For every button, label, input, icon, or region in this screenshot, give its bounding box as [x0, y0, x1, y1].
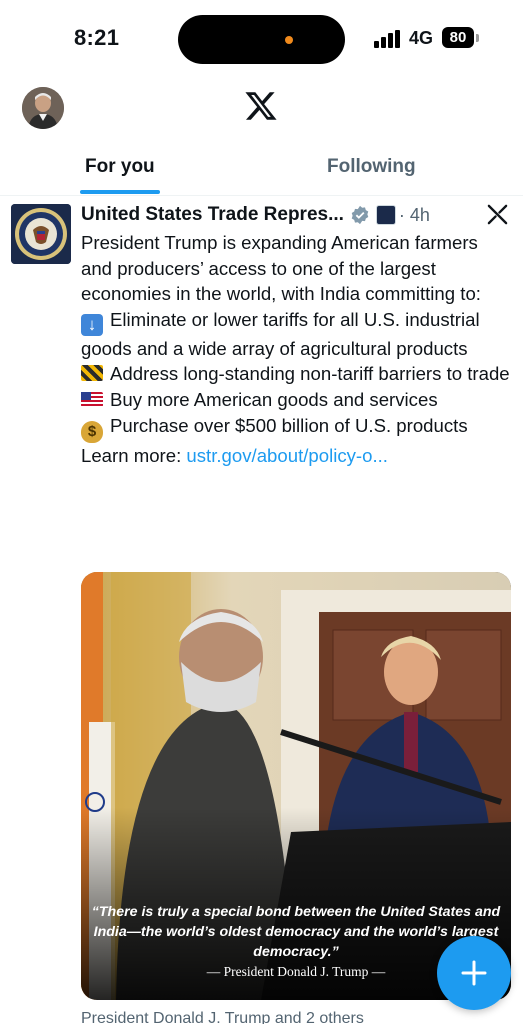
next-tweet-header[interactable]: President Donald J. Trump and 2 others [81, 1010, 364, 1024]
down-arrow-emoji-icon: ↓ [81, 313, 103, 336]
money-bag-emoji-icon: $ [81, 420, 103, 443]
network-type: 4G [409, 28, 434, 48]
tweet-intro: President Trump is expanding American fa… [81, 232, 481, 305]
tweet-point: Address long-standing non-tariff barrier… [81, 361, 513, 387]
recording-indicator-icon [285, 36, 293, 44]
us-flag-emoji-icon [81, 391, 103, 407]
tweet-point: ↓ Eliminate or lower tariffs for all U.S.… [81, 308, 480, 359]
gray-verified-badge-icon[interactable] [350, 205, 370, 225]
compose-button[interactable] [437, 936, 511, 1010]
tweet-point: $ Purchase over $500 billion of U.S. prod… [81, 413, 513, 443]
profile-avatar[interactable] [22, 87, 64, 129]
learn-more-row: Learn more: ustr.gov/about/policy-o... [81, 443, 513, 469]
tweet-text: President Trump is expanding American fa… [81, 230, 513, 468]
author-name[interactable]: United States Trade Repres... [81, 204, 344, 226]
tweet-time[interactable]: · 4h [399, 205, 430, 226]
battery-icon: 80 [442, 27, 474, 48]
active-tab-indicator [80, 190, 160, 194]
status-time: 8:21 [74, 25, 120, 50]
tab-following[interactable]: Following [327, 156, 416, 178]
cellular-signal-icon [374, 30, 402, 48]
affiliation-badge-icon[interactable] [375, 205, 396, 225]
tweet-header: United States Trade Repres... · 4h [81, 202, 430, 228]
grok-icon[interactable] [486, 203, 509, 226]
battery-cap [476, 34, 479, 42]
dynamic-island [178, 15, 345, 64]
status-bar: 8:21 4G 80 [0, 0, 523, 72]
x-logo-icon[interactable] [244, 89, 278, 123]
timeline-tabs: For you Following [0, 148, 523, 196]
author-avatar[interactable] [11, 204, 71, 264]
learn-more-label: Learn more: [81, 444, 187, 466]
learn-more-link[interactable]: ustr.gov/about/policy-o... [186, 445, 388, 466]
construction-barrier-emoji-icon [81, 365, 103, 382]
tweet-point: Buy more American goods and services [81, 387, 513, 413]
plus-icon [461, 960, 487, 986]
tab-for-you[interactable]: For you [85, 156, 155, 178]
tweet-media-image[interactable]: “There is truly a special bond between t… [81, 572, 511, 1000]
